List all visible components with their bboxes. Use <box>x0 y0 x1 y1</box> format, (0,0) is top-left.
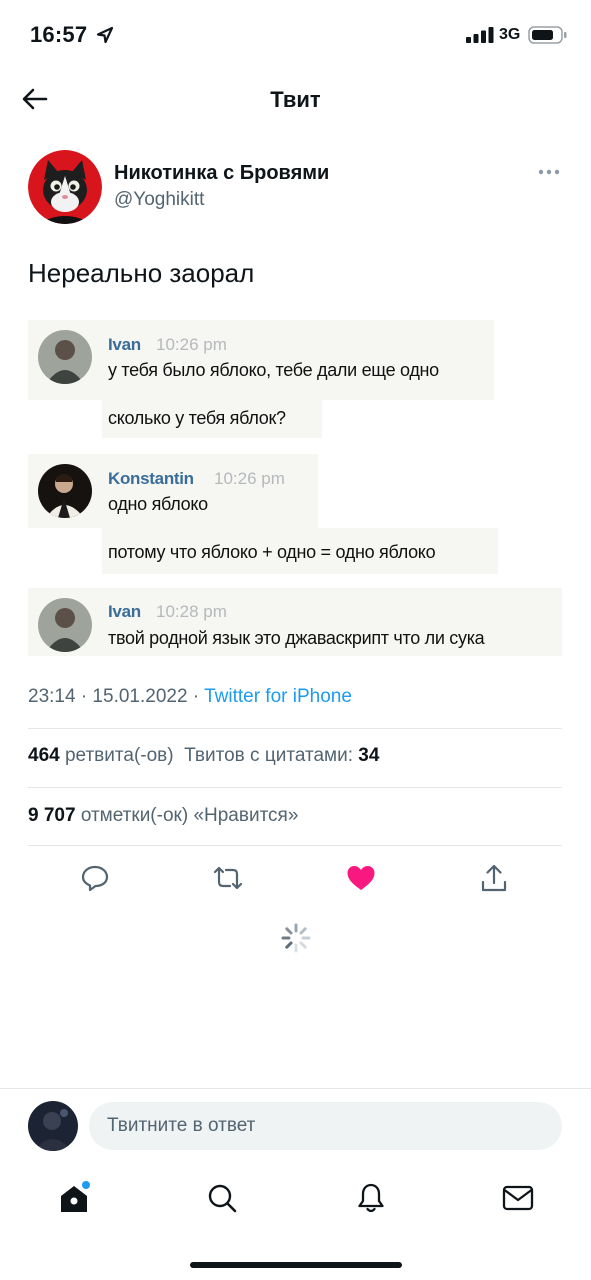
retweets-label: ретвита(-ов) Твитов с цитатами: <box>59 745 359 766</box>
divider <box>28 728 562 729</box>
retweet-icon <box>213 866 243 890</box>
more-options-button[interactable] <box>534 160 564 184</box>
person-photo-icon <box>38 598 92 652</box>
divider <box>28 787 562 788</box>
status-time: 16:57 <box>30 22 88 47</box>
share-icon <box>481 864 507 892</box>
person-photo-icon <box>38 464 92 518</box>
home-icon <box>61 1181 90 1212</box>
retweet-button[interactable] <box>208 858 248 898</box>
chat-message-line: твой родной язык это джаваскрипт что ли … <box>108 628 485 648</box>
battery-icon <box>528 26 567 44</box>
tab-notifications[interactable] <box>349 1176 393 1220</box>
page-title: Твит <box>270 87 321 112</box>
chat-sender-name: Ivan <box>108 602 141 621</box>
author-name[interactable]: Никотинка с Бровями <box>114 162 329 185</box>
loading-spinner-icon <box>281 923 311 953</box>
user-photo-icon <box>28 1101 78 1151</box>
author-handle[interactable]: @Yoghikitt <box>114 189 204 211</box>
divider <box>28 845 562 846</box>
person-photo-icon <box>38 330 92 384</box>
tweet-source-link[interactable]: Twitter for iPhone <box>204 686 352 707</box>
tab-messages[interactable] <box>496 1176 540 1220</box>
chat-time: 10:28 pm <box>156 602 227 621</box>
embedded-chat-image[interactable]: Ivan 10:26 pm у тебя было яблоко, тебе д… <box>28 318 568 668</box>
likes-count: 9 707 <box>28 805 76 826</box>
tweet-text: Нереально заорал <box>28 258 255 288</box>
chat-time: 10:26 pm <box>156 335 227 354</box>
retweet-stats[interactable]: 464 ретвита(-ов) Твитов с цитатами: 34 <box>28 745 379 767</box>
tweet-timestamp-row: 23:14 · 15.01.2022 · Twitter for iPhone <box>28 686 352 708</box>
chat-message-line: у тебя было яблоко, тебе дали еще одно <box>108 360 439 380</box>
like-button[interactable] <box>341 858 381 898</box>
like-stats[interactable]: 9 707 отметки(-ок) «Нравится» <box>28 805 298 827</box>
chat-sender-name: Konstantin <box>108 469 194 488</box>
likes-label: отметки(-ок) «Нравится» <box>75 805 299 826</box>
search-icon <box>208 1184 237 1213</box>
location-arrow-icon <box>96 26 114 44</box>
chat-time: 10:26 pm <box>214 469 285 488</box>
author-avatar[interactable] <box>28 150 102 224</box>
chat-message-line: сколько у тебя яблок? <box>108 408 286 428</box>
tweet-actions <box>0 858 591 898</box>
tab-home[interactable] <box>52 1176 96 1220</box>
chat-avatar-ivan <box>38 330 92 384</box>
divider <box>0 1088 591 1089</box>
mail-icon <box>502 1185 534 1211</box>
home-indicator[interactable] <box>190 1262 402 1268</box>
cellular-signal-icon <box>466 27 494 43</box>
chat-message-line: потому что яблоко + одно = одно яблоко <box>108 542 436 562</box>
chat-sender-name: Ivan <box>108 335 141 354</box>
reply-icon <box>81 865 109 892</box>
navigation-header: Твит <box>0 70 591 132</box>
tab-search[interactable] <box>200 1176 244 1220</box>
ellipsis-icon <box>538 169 560 175</box>
status-bar: 16:57 3G <box>0 0 591 70</box>
cat-avatar-icon <box>28 150 102 224</box>
user-avatar[interactable] <box>28 1101 78 1151</box>
chat-avatar-ivan <box>38 598 92 652</box>
bell-icon <box>358 1183 384 1213</box>
bottom-tab-bar <box>0 1170 591 1226</box>
retweets-count: 464 <box>28 745 60 766</box>
tweet-timestamp: 23:14 · 15.01.2022 · <box>28 686 205 707</box>
network-type: 3G <box>499 26 521 43</box>
heart-icon <box>347 866 375 890</box>
reply-input[interactable] <box>89 1102 562 1150</box>
chat-avatar-konstantin <box>38 464 92 518</box>
share-button[interactable] <box>474 858 514 898</box>
chat-message-line: одно яблоко <box>108 494 208 514</box>
quotes-count: 34 <box>358 745 380 766</box>
reply-button[interactable] <box>75 858 115 898</box>
